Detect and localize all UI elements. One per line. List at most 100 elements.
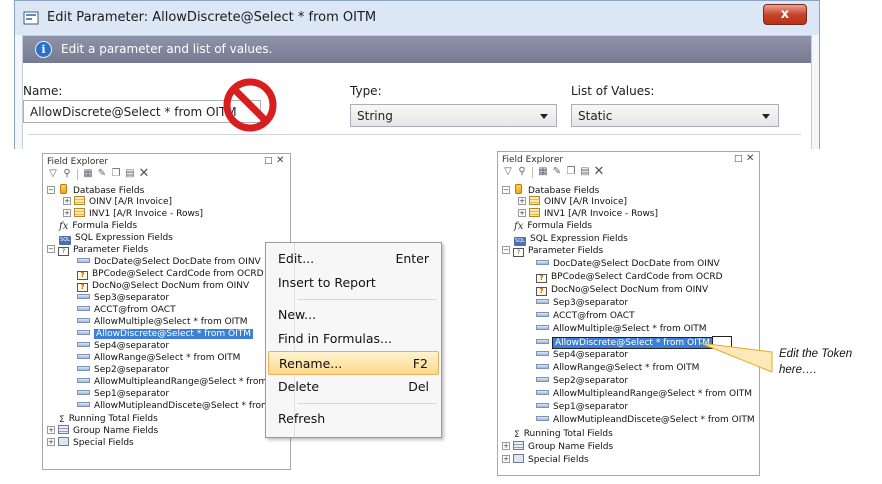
param-item[interactable]: AllowMultiple@Select * from OITM <box>536 323 707 335</box>
tree-parameter-fields[interactable]: −? Parameter Fields <box>47 244 148 256</box>
toolbar-divider <box>77 169 78 180</box>
menu-shortcut: F2 <box>412 356 428 371</box>
expand-icon[interactable]: + <box>47 438 55 446</box>
param-item[interactable]: AllowMutipleandDiscete@Select * from OIT… <box>77 400 296 412</box>
menu-label: Delete <box>278 379 320 394</box>
collapse-icon[interactable]: − <box>502 246 510 254</box>
param-item[interactable]: Sep2@separator <box>536 375 628 387</box>
param-item[interactable]: ACCT@from OACT <box>77 304 176 316</box>
menu-item-insert-to-report[interactable]: Insert to Report <box>266 271 441 295</box>
pin-icon[interactable]: □ <box>734 154 743 164</box>
tree-sql-fields[interactable]: SQL SQL Expression Fields <box>514 233 628 246</box>
find-icon[interactable]: ⚲ <box>516 166 528 178</box>
menu-item-new[interactable]: New... <box>266 303 441 327</box>
param-item[interactable]: ? DocNo@Select DocNum from OINV <box>536 284 708 296</box>
param-item[interactable]: AllowMultipleandRange@Select * from OITM <box>77 376 293 388</box>
param-item[interactable]: Sep4@separator <box>77 340 169 352</box>
param-item[interactable]: Sep3@separator <box>77 292 169 304</box>
close-icon[interactable]: ✕ <box>276 155 284 166</box>
menu-item-refresh[interactable]: Refresh <box>266 407 441 431</box>
collapse-icon[interactable]: − <box>47 186 55 194</box>
collapse-icon[interactable]: − <box>502 186 510 194</box>
tree-table-inv1[interactable]: + INV1 [A/R Invoice - Rows] <box>63 208 203 220</box>
param-item-selected[interactable]: AllowDiscrete@Select * from OITM <box>77 328 253 340</box>
info-text: Edit a parameter and list of values. <box>61 42 273 56</box>
tree-running-total[interactable]: Σ Running Total Fields <box>514 428 613 440</box>
tree-database-fields[interactable]: − Database Fields <box>47 184 144 196</box>
param-item[interactable]: Sep1@separator <box>77 388 169 400</box>
rename-icon[interactable]: ▤ <box>124 168 136 180</box>
expand-icon[interactable]: + <box>518 209 526 217</box>
filter-icon[interactable]: ▽ <box>502 166 514 178</box>
param-label: ACCT@from OACT <box>553 311 635 321</box>
delete-icon[interactable]: ✕ <box>593 165 605 178</box>
field-icon <box>536 260 549 265</box>
copy-icon[interactable]: ❐ <box>565 166 577 178</box>
param-item[interactable]: ACCT@from OACT <box>536 310 635 322</box>
param-item[interactable]: AllowMultipleandRange@Select * from OITM <box>536 388 752 400</box>
param-item[interactable]: AllowRange@Select * from OITM <box>77 352 240 364</box>
tree-formula-fields[interactable]: fx Formula Fields <box>514 220 592 232</box>
tree-group-name[interactable]: + Group Name Fields <box>502 441 613 453</box>
param-item[interactable]: ? BPCode@Select CardCode from OCRD <box>77 268 264 280</box>
menu-label: New... <box>278 307 317 322</box>
browse-icon[interactable]: ▦ <box>537 166 549 178</box>
menu-item-find-in-formulas[interactable]: Find in Formulas... <box>266 327 441 351</box>
delete-icon[interactable]: ✕ <box>138 167 150 180</box>
tree-table-inv1[interactable]: + INV1 [A/R Invoice - Rows] <box>518 208 658 220</box>
rename-input-box[interactable] <box>712 336 732 348</box>
expand-icon[interactable]: + <box>502 442 510 450</box>
copy-icon[interactable]: ❐ <box>110 168 122 180</box>
rename-icon[interactable]: ▤ <box>579 166 591 178</box>
expand-icon[interactable]: + <box>47 426 55 434</box>
expand-icon[interactable]: + <box>518 197 526 205</box>
param-item-renaming[interactable]: AllowDiscrete@Select * from OITM <box>536 336 732 349</box>
collapse-icon[interactable]: − <box>47 245 55 253</box>
browse-icon[interactable]: ▦ <box>82 168 94 180</box>
close-button[interactable]: x <box>763 4 807 25</box>
type-select[interactable]: String <box>350 104 557 127</box>
close-icon[interactable]: ✕ <box>746 153 754 164</box>
list-of-values-select[interactable]: Static <box>571 104 779 127</box>
tree-sql-fields[interactable]: SQL SQL Expression Fields <box>59 232 173 245</box>
rename-input[interactable]: AllowDiscrete@Select * from OITM <box>552 337 713 349</box>
edit-icon[interactable]: ✎ <box>551 166 563 178</box>
pin-icon[interactable]: □ <box>264 156 273 166</box>
find-icon[interactable]: ⚲ <box>61 168 73 180</box>
tree-database-fields[interactable]: − Database Fields <box>502 184 599 196</box>
table-icon <box>529 196 540 205</box>
tree-parameter-fields[interactable]: −? Parameter Fields <box>502 245 603 257</box>
tree-label: OINV [A/R Invoice] <box>544 197 627 207</box>
tree-running-total[interactable]: Σ Running Total Fields <box>59 413 158 425</box>
expand-icon[interactable]: + <box>63 197 71 205</box>
param-item[interactable]: ? DocNo@Select DocNum from OINV <box>77 280 249 292</box>
edit-icon[interactable]: ✎ <box>96 168 108 180</box>
param-item[interactable]: DocDate@Select DocDate from OINV <box>536 258 720 270</box>
param-label: AllowMultipleandRange@Select * from OITM <box>553 389 753 399</box>
tree-table-oinv[interactable]: + OINV [A/R Invoice] <box>63 196 172 208</box>
tree-special-fields[interactable]: + Special Fields <box>502 454 589 466</box>
param-item[interactable]: AllowMutipleandDiscete@Select * from OIT… <box>536 414 755 426</box>
param-item[interactable]: Sep3@separator <box>536 297 628 309</box>
param-label: Sep3@separator <box>94 293 170 303</box>
param-item[interactable]: Sep1@separator <box>536 401 628 413</box>
menu-shortcut: Del <box>408 379 429 394</box>
menu-item-rename[interactable]: Rename... F2 <box>268 351 439 375</box>
param-item[interactable]: ? BPCode@Select CardCode from OCRD <box>536 271 723 283</box>
filter-icon[interactable]: ▽ <box>47 168 59 180</box>
param-item[interactable]: AllowMultiple@Select * from OITM <box>77 316 248 328</box>
tree-table-oinv[interactable]: + OINV [A/R Invoice] <box>518 196 627 208</box>
prohibited-icon <box>223 78 277 132</box>
table-icon <box>74 196 85 205</box>
tree-group-name[interactable]: + Group Name Fields <box>47 425 158 437</box>
expand-icon[interactable]: + <box>63 209 71 217</box>
param-item[interactable]: Sep4@separator <box>536 349 628 361</box>
param-item[interactable]: AllowRange@Select * from OITM <box>536 362 699 374</box>
tree-special-fields[interactable]: + Special Fields <box>47 437 134 449</box>
param-item[interactable]: Sep2@separator <box>77 364 169 376</box>
menu-item-edit[interactable]: Edit... Enter <box>266 247 441 271</box>
param-item[interactable]: DocDate@Select DocDate from OINV <box>77 256 261 268</box>
expand-icon[interactable]: + <box>502 455 510 463</box>
menu-item-delete[interactable]: Delete Del <box>266 375 441 399</box>
tree-formula-fields[interactable]: fx Formula Fields <box>59 220 137 232</box>
